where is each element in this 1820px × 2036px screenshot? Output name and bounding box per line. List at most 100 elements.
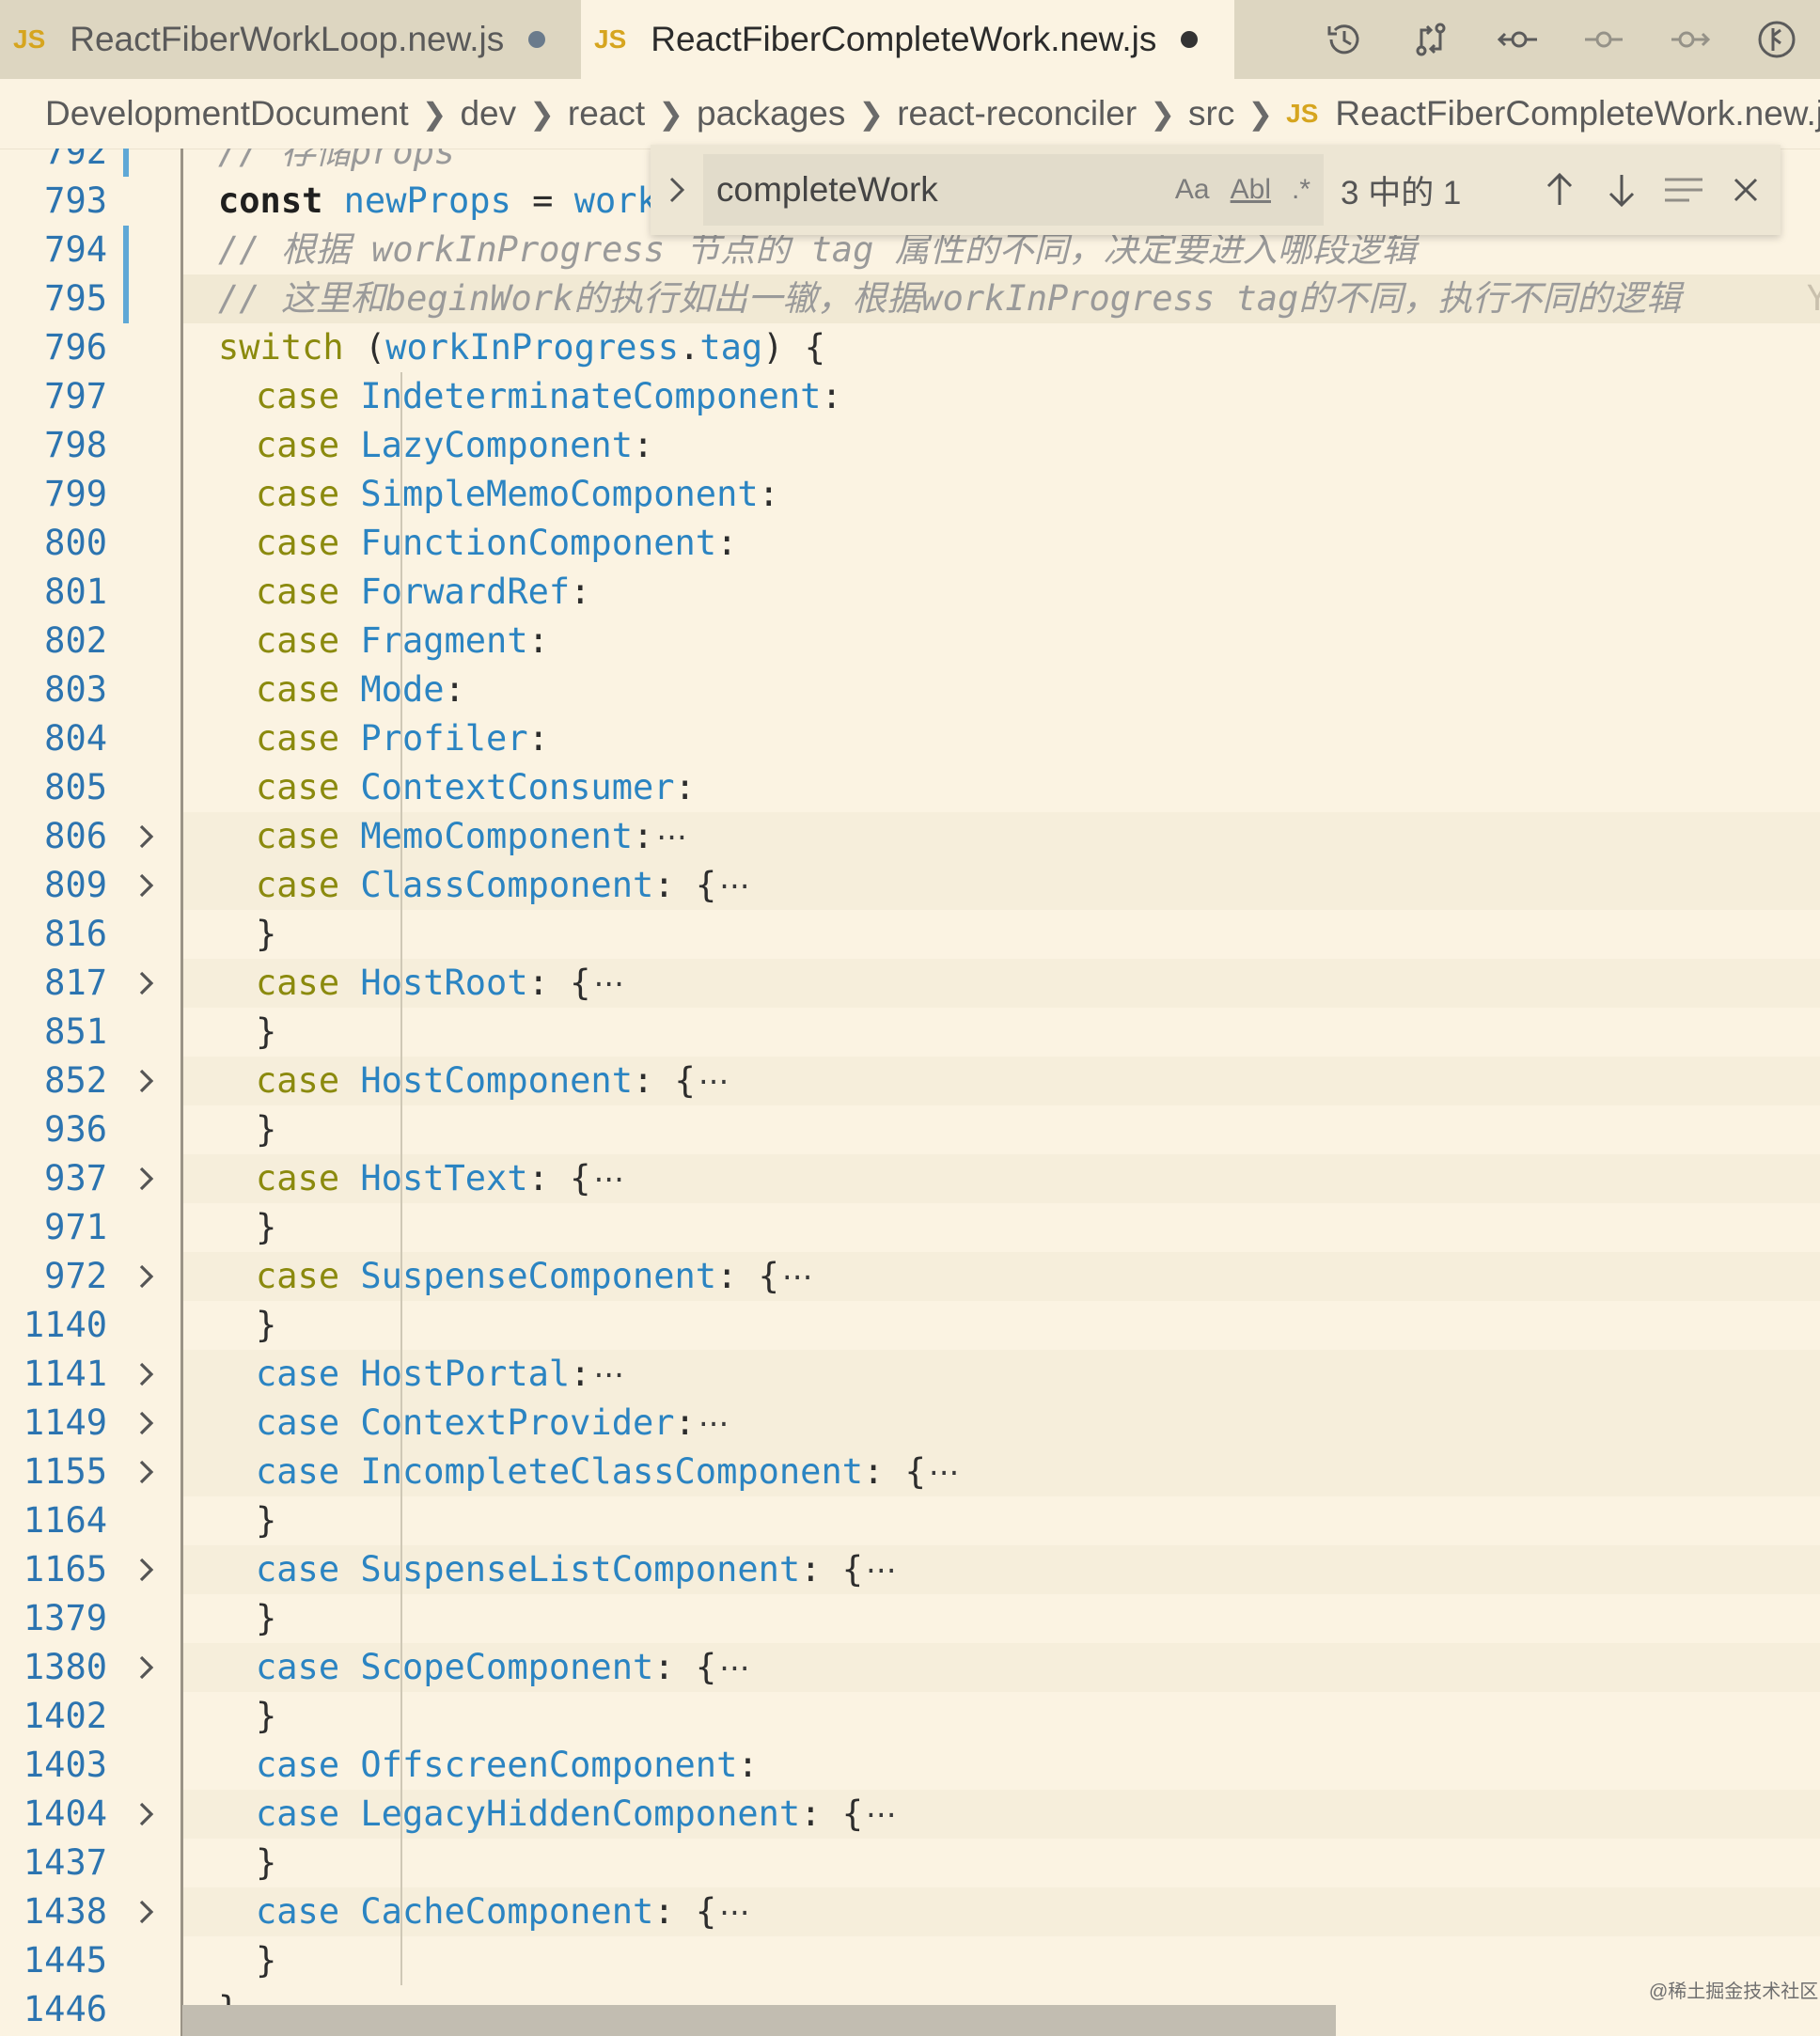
- modified-dot-icon[interactable]: [528, 31, 546, 48]
- close-icon[interactable]: [1715, 145, 1777, 235]
- folded-ellipsis[interactable]: ···: [779, 1262, 816, 1293]
- code-line[interactable]: case IndeterminateComponent:: [180, 372, 1820, 421]
- code-line[interactable]: }: [180, 1301, 1820, 1350]
- folded-ellipsis[interactable]: ···: [926, 1458, 963, 1489]
- code-line[interactable]: }: [180, 1594, 1820, 1643]
- breadcrumb-item[interactable]: DevelopmentDocument: [45, 94, 409, 133]
- code-line[interactable]: case HostRoot: {···: [180, 959, 1820, 1008]
- modified-line-indicator[interactable]: [123, 149, 129, 177]
- code-line[interactable]: case SuspenseListComponent: {···: [180, 1545, 1820, 1594]
- folded-ellipsis[interactable]: ···: [863, 1556, 900, 1587]
- next-commit-icon[interactable]: [1647, 0, 1734, 79]
- code-line[interactable]: case Profiler:: [180, 714, 1820, 763]
- code-line[interactable]: case CacheComponent: {···: [180, 1887, 1820, 1936]
- folded-ellipsis[interactable]: ···: [716, 1898, 753, 1929]
- code-line[interactable]: case HostText: {···: [180, 1154, 1820, 1203]
- code-line[interactable]: case IncompleteClassComponent: {···: [180, 1448, 1820, 1496]
- code-line[interactable]: }: [180, 910, 1820, 959]
- code-line[interactable]: }: [180, 1203, 1820, 1252]
- modified-line-indicator[interactable]: [123, 226, 129, 323]
- find-input[interactable]: completeWork Aa Abl .*: [703, 154, 1324, 226]
- go-back-commit-icon[interactable]: [1474, 0, 1561, 79]
- code-line[interactable]: }: [180, 1105, 1820, 1154]
- folded-ellipsis[interactable]: ···: [590, 1360, 627, 1391]
- folded-ellipsis[interactable]: ···: [716, 871, 753, 902]
- next-match-button[interactable]: [1591, 145, 1653, 235]
- fold-chevron-icon[interactable]: [137, 1057, 162, 1105]
- code-line[interactable]: case HostComponent: {···: [180, 1057, 1820, 1105]
- code-line[interactable]: case ForwardRef:: [180, 568, 1820, 617]
- breadcrumb-item[interactable]: src: [1188, 94, 1234, 133]
- line-number: 804: [44, 718, 107, 759]
- code-line[interactable]: case MemoComponent:···: [180, 812, 1820, 861]
- code-line[interactable]: case HostPortal:···: [180, 1350, 1820, 1399]
- line-number: 797: [44, 376, 107, 416]
- modified-dot-icon[interactable]: [1181, 31, 1199, 48]
- code-line[interactable]: case ContextConsumer:: [180, 763, 1820, 812]
- folded-ellipsis[interactable]: ···: [653, 822, 690, 854]
- code-token: }: [256, 1011, 277, 1052]
- code-token: ) {: [762, 327, 826, 368]
- fold-chevron-icon[interactable]: [137, 1643, 162, 1692]
- folded-ellipsis[interactable]: ···: [590, 1165, 627, 1196]
- code-line[interactable]: case SuspenseComponent: {···: [180, 1252, 1820, 1301]
- fold-chevron-icon[interactable]: [137, 1252, 162, 1301]
- fold-chevron-icon[interactable]: [137, 812, 162, 861]
- code-line[interactable]: }: [180, 1839, 1820, 1887]
- code-line[interactable]: // 这里和beginWork的执行如出一辙，根据workInProgress …: [180, 274, 1820, 323]
- code-line[interactable]: switch (workInProgress.tag) {: [180, 323, 1820, 372]
- breadcrumb-item[interactable]: react: [568, 94, 645, 133]
- breadcrumb-item[interactable]: dev: [460, 94, 516, 133]
- fold-chevron-icon[interactable]: [137, 1399, 162, 1448]
- code-line[interactable]: case ClassComponent: {···: [180, 861, 1820, 910]
- code-line[interactable]: }: [180, 1496, 1820, 1545]
- folded-ellipsis[interactable]: ···: [696, 1067, 732, 1098]
- folded-ellipsis[interactable]: ···: [696, 1409, 732, 1440]
- code-line[interactable]: case ContextProvider:···: [180, 1399, 1820, 1448]
- tab-reactfiberworkloop[interactable]: JS ReactFiberWorkLoop.new.js: [0, 0, 581, 79]
- code-line[interactable]: case Mode:: [180, 666, 1820, 714]
- fold-chevron-icon[interactable]: [137, 959, 162, 1008]
- previous-match-button[interactable]: [1529, 145, 1591, 235]
- folded-ellipsis[interactable]: ···: [863, 1800, 900, 1831]
- code-area[interactable]: // 存储props const newProps = workInProgres…: [180, 149, 1820, 2036]
- tab-reactfibercompletework[interactable]: JS ReactFiberCompleteWork.new.js: [581, 0, 1234, 79]
- code-line[interactable]: }: [180, 1692, 1820, 1741]
- code-line[interactable]: }: [180, 1008, 1820, 1057]
- fold-chevron-icon[interactable]: [137, 1790, 162, 1839]
- code-editor[interactable]: 792 793 794 795 796 797 798 799 800 801 802 803 804 8…: [0, 149, 1820, 2036]
- git-graph-icon[interactable]: [1734, 0, 1820, 79]
- match-whole-word-button[interactable]: Abl: [1231, 174, 1271, 206]
- code-line[interactable]: case ScopeComponent: {···: [180, 1643, 1820, 1692]
- horizontal-scrollbar[interactable]: [182, 2005, 1336, 2036]
- folded-ellipsis[interactable]: ···: [716, 1653, 753, 1684]
- fold-chevron-icon[interactable]: [137, 1448, 162, 1496]
- use-regex-button[interactable]: .*: [1292, 174, 1310, 206]
- fold-chevron-icon[interactable]: [137, 861, 162, 910]
- match-case-button[interactable]: Aa: [1175, 174, 1210, 206]
- breadcrumb-file[interactable]: ReactFiberCompleteWork.new.js: [1335, 94, 1820, 133]
- fold-chevron-icon[interactable]: [137, 1350, 162, 1399]
- history-icon[interactable]: [1301, 0, 1388, 79]
- code-line[interactable]: case SimpleMemoComponent:: [180, 470, 1820, 519]
- breadcrumb-item[interactable]: react-reconciler: [897, 94, 1137, 133]
- fold-chevron-icon[interactable]: [137, 1154, 162, 1203]
- code-token: workInProgress: [385, 327, 680, 368]
- code-line[interactable]: }: [180, 1936, 1820, 1985]
- breadcrumb-item[interactable]: packages: [697, 94, 845, 133]
- previous-commit-icon[interactable]: [1561, 0, 1647, 79]
- code-token: }: [256, 1940, 277, 1981]
- fold-chevron-icon[interactable]: [137, 1887, 162, 1936]
- code-line[interactable]: case FunctionComponent:: [180, 519, 1820, 568]
- toggle-replace-button[interactable]: [651, 145, 703, 235]
- code-line[interactable]: case Fragment:: [180, 617, 1820, 666]
- code-line[interactable]: case OffscreenComponent:: [180, 1741, 1820, 1790]
- find-in-selection-button[interactable]: [1653, 145, 1715, 235]
- code-line[interactable]: case LegacyHiddenComponent: {···: [180, 1790, 1820, 1839]
- fold-chevron-icon[interactable]: [137, 1545, 162, 1594]
- code-token: switch: [218, 327, 344, 368]
- code-line[interactable]: case LazyComponent:: [180, 421, 1820, 470]
- code-token: : {: [527, 963, 591, 1003]
- compare-changes-icon[interactable]: [1388, 0, 1474, 79]
- folded-ellipsis[interactable]: ···: [590, 969, 627, 1000]
